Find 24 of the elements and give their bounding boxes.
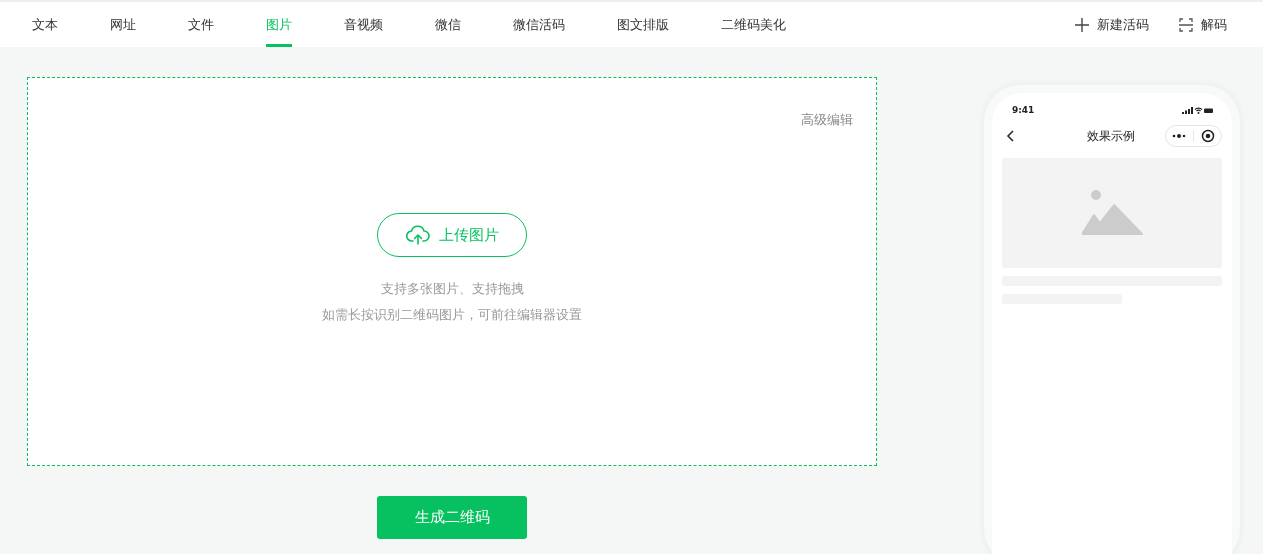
tab[interactable]: 网址 <box>110 2 136 47</box>
back-icon[interactable] <box>1006 130 1014 142</box>
upload-area[interactable]: 高级编辑 上传图片 支持多张图片、支持拖拽 如需长按识别二维码图片，可前往编辑器设置 <box>27 77 877 466</box>
scan-icon <box>1179 17 1193 32</box>
phone-title: 效果示例 <box>1086 127 1135 145</box>
plus-icon <box>1075 17 1089 32</box>
image-icon <box>1081 190 1143 236</box>
status-time: 9:41 <box>1012 105 1035 115</box>
more-icon[interactable] <box>1172 133 1186 139</box>
hint-text: 支持多张图片、支持拖拽 <box>380 280 524 298</box>
advanced-edit-link[interactable]: 高级编辑 <box>801 111 853 129</box>
header-action[interactable]: 新建活码 <box>1075 15 1149 34</box>
close-target-icon[interactable] <box>1201 129 1215 143</box>
tab[interactable]: 微信活码 <box>513 2 565 47</box>
tab[interactable]: 音视频 <box>344 2 383 47</box>
cloud-upload-icon <box>405 225 430 245</box>
tab[interactable]: 图文排版 <box>617 2 669 47</box>
hint-text: 如需长按识别二维码图片，可前往编辑器设置 <box>322 306 582 324</box>
tab[interactable]: 微信 <box>435 2 461 47</box>
tab[interactable]: 二维码美化 <box>721 2 786 47</box>
header-action[interactable]: 解码 <box>1179 15 1227 34</box>
status-icons <box>1182 106 1214 114</box>
tab[interactable]: 文本 <box>32 2 58 47</box>
tab[interactable]: 文件 <box>188 2 214 47</box>
